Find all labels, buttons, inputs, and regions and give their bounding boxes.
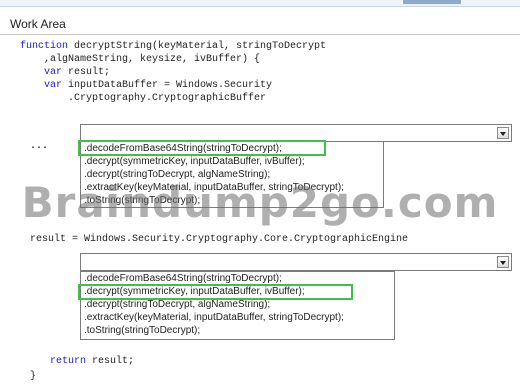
watermark: Braindump2go.com [21,178,499,227]
code-line-cryptobuffer: .Cryptography.CryptographicBuffer [20,93,267,104]
chevron-down-icon [500,261,506,265]
dropdown-1-button[interactable] [497,127,509,139]
active-tab-indicator [403,0,461,4]
code-text: inputDataBuffer = Windows.Security [62,80,273,91]
code-line-function: function decryptString(keyMaterial, stri… [20,40,326,53]
keyword-return: return [50,356,87,367]
code-ellipsis: ... [30,141,49,152]
code-text: result; [62,67,111,78]
dropdown-2-button[interactable] [497,256,509,268]
code-line-var-input: var inputDataBuffer = Windows.Security [44,79,272,92]
keyword-function: function [20,41,69,52]
code-line-return: return result; [50,355,134,368]
work-area-title: Work Area [10,17,66,31]
code-line-params: ,algNameString, keysize, ivBuffer) { [20,54,261,65]
chevron-down-icon [500,132,506,136]
code-line-var-result: var result; [44,66,110,79]
list-1-option[interactable]: .decrypt(symmetricKey, inputDataBuffer, … [81,155,383,168]
code-text: decryptString(keyMaterial, stringToDecry… [68,41,327,52]
method-list-2[interactable]: .decodeFromBase64String(stringToDecrypt)… [80,271,395,340]
code-text: result; [86,356,135,367]
list-2-option[interactable]: .extractKey(keyMaterial, inputDataBuffer… [81,311,394,324]
code-line-result: result = Windows.Security.Cryptography.C… [30,234,409,245]
code-closing-brace: } [30,371,37,382]
window-top-bar [0,0,520,7]
method-dropdown-2[interactable] [80,253,512,271]
selected-option-highlight-1 [78,140,326,156]
selected-option-highlight-2 [78,284,353,300]
title-divider [0,34,520,35]
list-2-option[interactable]: .toString(stringToDecrypt); [81,324,394,337]
keyword-var: var [44,80,63,91]
keyword-var: var [44,67,63,78]
